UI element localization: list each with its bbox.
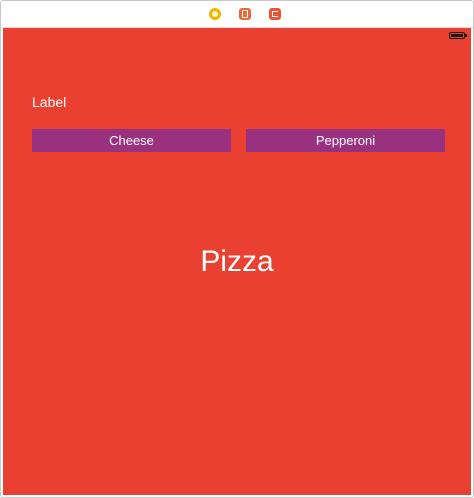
- first-responder-icon[interactable]: [239, 8, 251, 20]
- pizza-title[interactable]: Pizza: [3, 244, 471, 280]
- storyboard-scene: Label Cheese Pepperoni Pizza: [0, 0, 474, 498]
- view-controller-icon[interactable]: [209, 8, 221, 20]
- scene-dock: [1, 1, 473, 28]
- pepperoni-button[interactable]: Pepperoni: [246, 129, 445, 152]
- cheese-button[interactable]: Cheese: [32, 129, 231, 152]
- exit-icon[interactable]: [269, 8, 281, 20]
- battery-icon: [449, 32, 467, 39]
- status-label[interactable]: Label: [32, 94, 66, 110]
- view-canvas[interactable]: Label Cheese Pepperoni Pizza: [3, 28, 471, 495]
